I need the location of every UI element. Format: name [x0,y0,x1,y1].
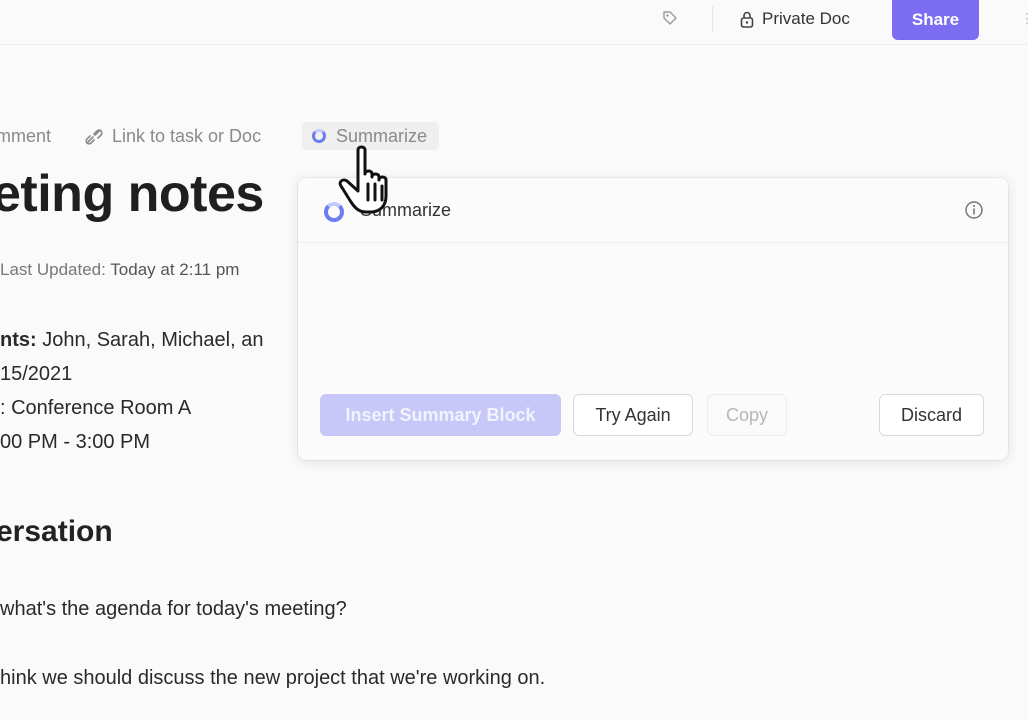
date-line: 15/2021 [0,363,73,385]
participants-label: nts: [0,329,37,351]
more-icon[interactable]: ⋮ [1020,10,1028,30]
private-doc-button[interactable]: Private Doc [740,6,850,32]
top-bar: Private Doc Share ⋮ [0,0,1028,45]
lock-icon [740,11,754,28]
summarize-popup: Summarize Insert Summary Block Try Again… [298,178,1008,460]
participants-line: nts: John, Sarah, Michael, an [0,329,263,352]
link-to-task-button[interactable]: Link to task or Doc [84,126,261,147]
page-title: eting notes [0,165,264,223]
last-updated: Last Updated: Today at 2:11 pm [0,260,239,280]
private-doc-label: Private Doc [762,9,850,28]
last-updated-label: Last Updated: [0,260,106,279]
participants-value: John, Sarah, Michael, an [36,329,264,351]
try-again-button[interactable]: Try Again [573,394,693,436]
conversation-line-1: what's the agenda for today's meeting? [0,598,347,620]
info-icon[interactable] [964,200,984,220]
discard-button[interactable]: Discard [879,394,984,436]
comment-button[interactable]: mment [0,126,51,147]
last-updated-value: Today at 2:11 pm [110,260,240,279]
link-to-task-label: Link to task or Doc [112,126,262,146]
location-line: : Conference Room A [0,397,192,419]
link-icon [85,128,103,145]
share-button[interactable]: Share [892,0,979,40]
time-line: 00 PM - 3:00 PM [0,431,151,453]
divider [712,6,713,32]
insert-summary-block-button[interactable]: Insert Summary Block [320,394,561,436]
tag-icon[interactable] [662,10,678,26]
section-heading: ersation [0,515,113,548]
copy-button[interactable]: Copy [707,394,787,436]
conversation-line-2: hink we should discuss the new project t… [0,667,546,689]
hand-cursor-icon [338,145,388,214]
ai-spinner-icon [312,129,326,143]
